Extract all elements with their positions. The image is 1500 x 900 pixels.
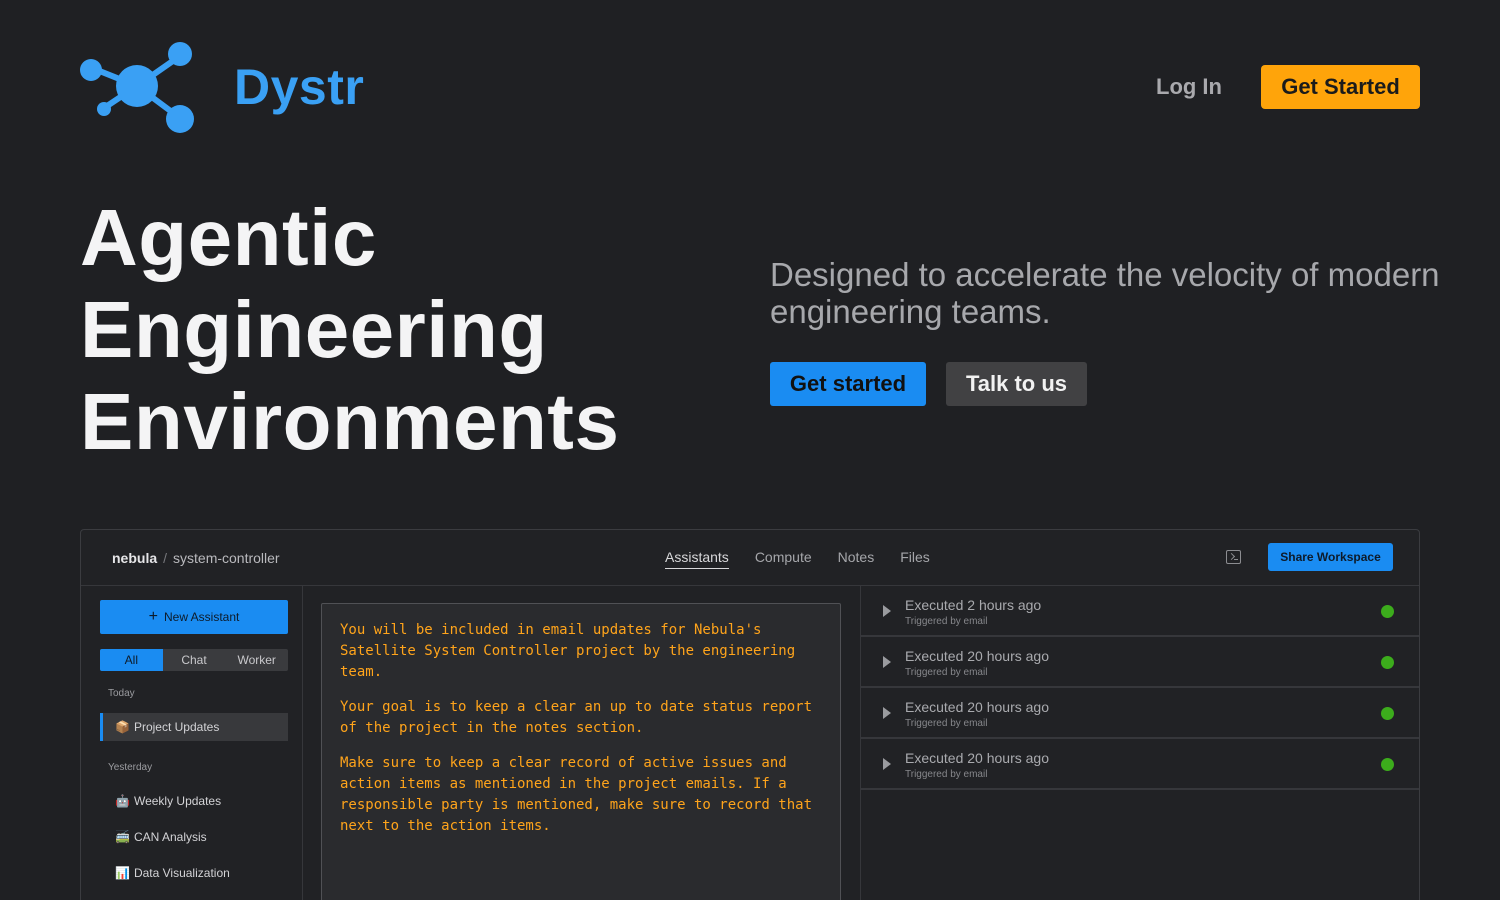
tab-compute[interactable]: Compute <box>755 549 812 569</box>
sidebar-item-data-visualization[interactable]: 📊 Data Visualization <box>100 859 288 887</box>
group-label-today: Today <box>108 688 135 699</box>
hero-title-line: Agentic <box>80 193 377 282</box>
breadcrumb-project[interactable]: system-controller <box>173 550 280 566</box>
tab-assistants[interactable]: Assistants <box>665 549 729 569</box>
execution-trigger: Triggered by email <box>905 616 988 627</box>
assistant-filter: All Chat Worker <box>100 649 288 671</box>
execution-title: Executed 20 hours ago <box>905 750 1049 766</box>
new-assistant-label: New Assistant <box>163 610 240 624</box>
robot-icon: 🤖 <box>115 794 130 808</box>
execution-row[interactable]: Executed 20 hours ago Triggered by email <box>861 739 1419 790</box>
execution-title: Executed 20 hours ago <box>905 648 1049 664</box>
assistant-instructions-editor[interactable]: You will be included in email updates fo… <box>321 603 841 900</box>
status-success-icon <box>1381 605 1394 618</box>
group-label-yesterday: Yesterday <box>108 762 153 773</box>
expand-arrow-icon[interactable] <box>883 656 891 668</box>
status-success-icon <box>1381 758 1394 771</box>
talk-to-us-button[interactable]: Talk to us <box>946 362 1087 406</box>
login-link[interactable]: Log In <box>1156 74 1222 100</box>
sidebar-item-label: CAN Analysis <box>133 830 207 844</box>
instruction-paragraph: You will be included in email updates fo… <box>340 622 796 680</box>
sidebar-item-label: Data Visualization <box>133 866 230 880</box>
instruction-paragraph: Your goal is to keep a clear an up to da… <box>340 699 813 736</box>
execution-trigger: Triggered by email <box>905 667 988 678</box>
expand-arrow-icon[interactable] <box>883 605 891 617</box>
breadcrumb: nebula / system-controller <box>112 550 280 566</box>
get-started-button[interactable]: Get Started <box>1261 65 1420 109</box>
filter-chat[interactable]: Chat <box>163 649 226 671</box>
expand-arrow-icon[interactable] <box>883 707 891 719</box>
share-workspace-button[interactable]: Share Workspace <box>1268 543 1393 571</box>
breadcrumb-separator: / <box>163 550 168 566</box>
bar-chart-icon: 📊 <box>115 866 130 880</box>
status-success-icon <box>1381 656 1394 669</box>
hero-get-started-button[interactable]: Get started <box>770 362 926 406</box>
instruction-paragraph: Make sure to keep a clear record of acti… <box>340 755 813 834</box>
sidebar-item-label: Weekly Updates <box>133 794 222 808</box>
execution-row[interactable]: Executed 20 hours ago Triggered by email <box>861 637 1419 688</box>
executions-panel: Executed 2 hours ago Triggered by email … <box>860 586 1419 900</box>
breadcrumb-workspace[interactable]: nebula <box>112 550 157 566</box>
app-tabs: Assistants Compute Notes Files <box>665 549 930 569</box>
execution-row[interactable]: Executed 20 hours ago Triggered by email <box>861 688 1419 739</box>
execution-trigger: Triggered by email <box>905 718 988 729</box>
tab-notes[interactable]: Notes <box>838 549 875 569</box>
package-icon: 📦 <box>115 720 130 734</box>
trolleybus-icon: 🚎 <box>115 830 130 844</box>
status-success-icon <box>1381 707 1394 720</box>
execution-title: Executed 2 hours ago <box>905 597 1042 613</box>
expand-arrow-icon[interactable] <box>883 758 891 770</box>
app-preview-window: nebula / system-controller Assistants Comp… <box>80 529 1420 900</box>
filter-worker[interactable]: Worker <box>225 649 288 671</box>
terminal-icon[interactable] <box>1226 550 1241 564</box>
execution-row[interactable]: Executed 2 hours ago Triggered by email <box>861 586 1419 637</box>
hero-title-line: Environments <box>80 377 620 466</box>
brand-name[interactable]: Dystr <box>234 58 364 116</box>
filter-all[interactable]: All <box>100 649 163 671</box>
assistant-sidebar: + New Assistant All Chat Worker Today 📦 … <box>81 586 303 900</box>
sidebar-item-project-updates[interactable]: 📦 Project Updates <box>100 713 288 741</box>
tab-files[interactable]: Files <box>900 549 930 569</box>
hero-title: Agentic Engineering Environments <box>80 192 619 468</box>
sidebar-item-can-analysis[interactable]: 🚎 CAN Analysis <box>100 823 288 851</box>
dystr-logo-icon <box>80 42 194 133</box>
sidebar-item-weekly-updates[interactable]: 🤖 Weekly Updates <box>100 787 288 815</box>
hero-title-line: Engineering <box>80 285 548 374</box>
app-topbar: nebula / system-controller Assistants Comp… <box>81 530 1419 586</box>
execution-trigger: Triggered by email <box>905 769 988 780</box>
new-assistant-button[interactable]: + New Assistant <box>100 600 288 634</box>
execution-title: Executed 20 hours ago <box>905 699 1049 715</box>
plus-icon: + <box>148 608 158 625</box>
sidebar-item-label: Project Updates <box>133 720 220 734</box>
hero-subtitle: Designed to accelerate the velocity of m… <box>770 256 1440 330</box>
